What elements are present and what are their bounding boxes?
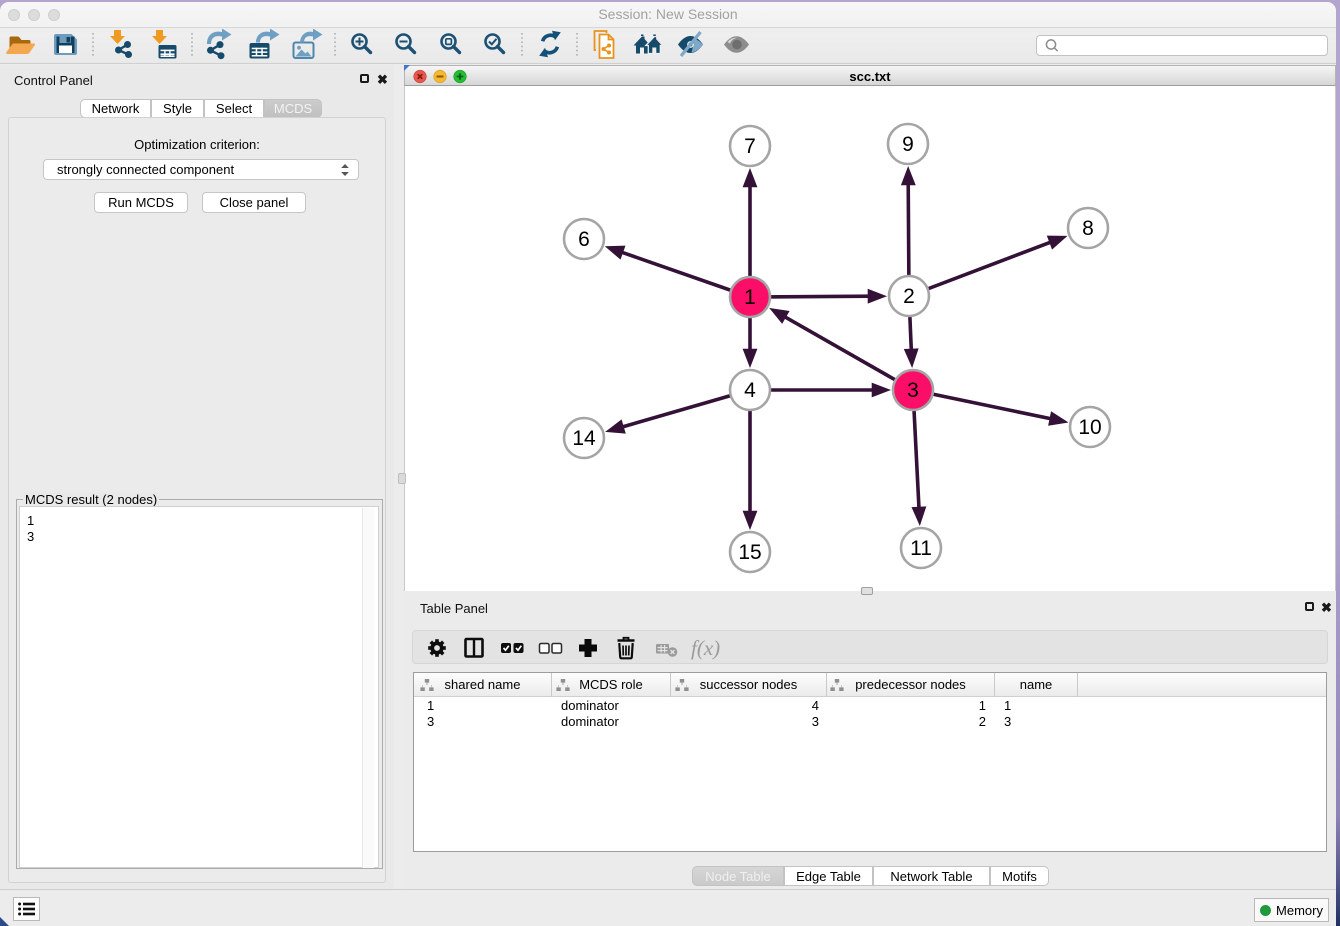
svg-text:7: 7	[744, 135, 756, 158]
svg-text:10: 10	[1078, 416, 1101, 439]
svg-text:f(x): f(x)	[691, 636, 720, 660]
svg-text:6: 6	[578, 228, 590, 251]
svg-text:9: 9	[902, 133, 914, 156]
svg-text:8: 8	[1082, 217, 1094, 240]
svg-text:3: 3	[907, 379, 919, 402]
svg-text:15: 15	[738, 541, 761, 564]
svg-text:2: 2	[903, 285, 915, 308]
svg-text:4: 4	[744, 379, 756, 402]
svg-text:1: 1	[744, 286, 756, 309]
svg-text:14: 14	[572, 427, 596, 450]
svg-text:11: 11	[910, 537, 932, 560]
